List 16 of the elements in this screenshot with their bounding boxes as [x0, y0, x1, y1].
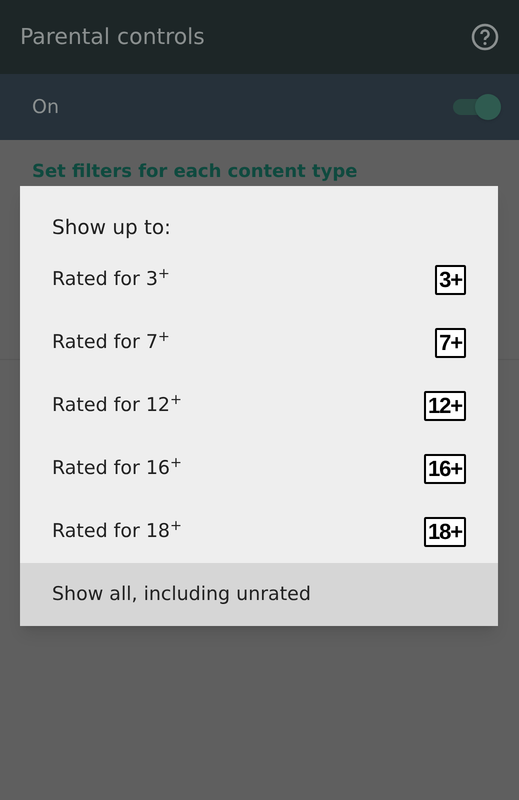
- rating-option[interactable]: Rated for 3$^{+}$ 3+: [20, 248, 498, 311]
- dialog-title: Show up to:: [52, 215, 171, 239]
- section-heading: Set filters for each content type: [32, 161, 358, 182]
- screen-title: Parental controls: [20, 24, 205, 52]
- age-rating-badge: 16+: [424, 454, 466, 484]
- help-icon[interactable]: [471, 23, 499, 51]
- switch-label: On: [32, 94, 59, 120]
- age-rating-badge: 18+: [424, 516, 466, 546]
- age-rating-badge: 3+: [435, 264, 466, 294]
- rating-option[interactable]: Rated for 16$^{+}$ 16+: [20, 437, 498, 500]
- age-rating-badge: 12+: [424, 390, 466, 420]
- age-rating-badge: 7+: [435, 328, 466, 358]
- rating-option[interactable]: Rated for 12$^{+}$ 12+: [20, 374, 498, 437]
- rating-option[interactable]: Rated for 18$^{+}$ 18+: [20, 500, 498, 563]
- rating-option[interactable]: Show all, including unrated: [20, 563, 498, 626]
- rating-option[interactable]: Rated for 7$^{+}$ 7+: [20, 311, 498, 374]
